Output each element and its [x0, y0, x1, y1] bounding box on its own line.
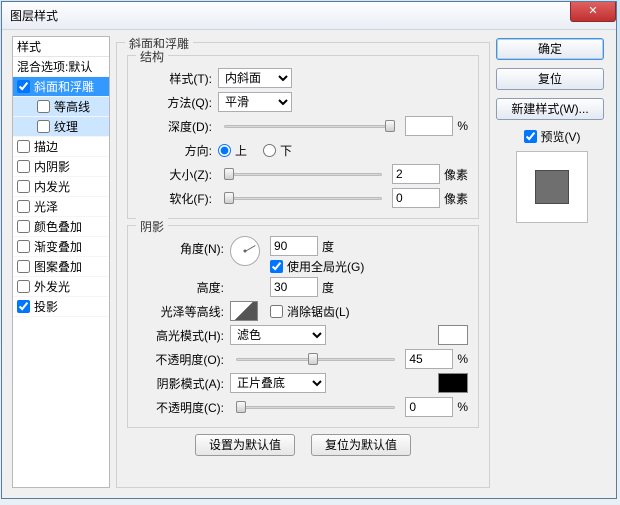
ck-texture[interactable] [37, 120, 50, 133]
shmode-label: 阴影模式(A): [138, 375, 226, 392]
new-style-button[interactable]: 新建样式(W)... [496, 98, 604, 120]
ck-stroke[interactable] [17, 140, 30, 153]
depth-slider[interactable] [224, 118, 395, 134]
item-contour[interactable]: 等高线 [13, 97, 109, 117]
ck-innershadow[interactable] [17, 160, 30, 173]
dir-label: 方向: [138, 142, 214, 159]
ck-satin[interactable] [17, 200, 30, 213]
reset-default-button[interactable]: 复位为默认值 [311, 434, 411, 456]
method-select[interactable]: 平滑 [218, 92, 292, 112]
gloss-contour[interactable] [230, 301, 258, 321]
depth-input[interactable] [405, 116, 453, 136]
depth-unit: % [457, 119, 468, 133]
ck-outerglow[interactable] [17, 280, 30, 293]
method-label: 方法(Q): [138, 94, 214, 111]
shading-legend: 阴影 [136, 218, 168, 235]
item-outerglow[interactable]: 外发光 [13, 277, 109, 297]
style-label: 样式(T): [138, 70, 214, 87]
hiop-label: 不透明度(O): [138, 351, 226, 368]
make-default-button[interactable]: 设置为默认值 [195, 434, 295, 456]
structure-group: 结构 样式(T):内斜面 方法(Q):平滑 深度(D):% 方向: 上 下 大小… [127, 55, 479, 219]
item-coloroverlay[interactable]: 颜色叠加 [13, 217, 109, 237]
gloss-label: 光泽等高线: [138, 303, 226, 320]
ck-gradoverlay[interactable] [17, 240, 30, 253]
item-gradoverlay[interactable]: 渐变叠加 [13, 237, 109, 257]
structure-legend: 结构 [136, 48, 168, 65]
alt-unit: 度 [322, 279, 334, 296]
hi-color[interactable] [438, 325, 468, 345]
style-header: 样式 [13, 37, 109, 57]
himode-label: 高光模式(H): [138, 327, 226, 344]
dir-up[interactable]: 上 [218, 142, 247, 159]
soft-slider[interactable] [224, 190, 382, 206]
style-select[interactable]: 内斜面 [218, 68, 292, 88]
titlebar: 图层样式 ✕ [2, 2, 616, 30]
himode-select[interactable]: 滤色 [230, 325, 326, 345]
ck-contour[interactable] [37, 100, 50, 113]
shmode-select[interactable]: 正片叠底 [230, 373, 326, 393]
shop-input[interactable] [405, 397, 453, 417]
size-label: 大小(Z): [138, 166, 214, 183]
hiop-slider[interactable] [236, 351, 395, 367]
item-dropshadow[interactable]: 投影 [13, 297, 109, 317]
preview-swatch [535, 170, 569, 204]
style-list: 样式 混合选项:默认 斜面和浮雕 等高线 纹理 描边 内阴影 内发光 光泽 颜色… [12, 36, 110, 488]
bevel-group: 斜面和浮雕 结构 样式(T):内斜面 方法(Q):平滑 深度(D):% 方向: … [116, 42, 490, 488]
sh-color[interactable] [438, 373, 468, 393]
dir-down[interactable]: 下 [263, 142, 292, 159]
item-texture[interactable]: 纹理 [13, 117, 109, 137]
shop-slider[interactable] [236, 399, 395, 415]
alt-label: 高度: [138, 279, 226, 296]
window-title: 图层样式 [6, 7, 58, 24]
soft-input[interactable] [392, 188, 440, 208]
item-innershadow[interactable]: 内阴影 [13, 157, 109, 177]
ck-coloroverlay[interactable] [17, 220, 30, 233]
anti-alias[interactable]: 消除锯齿(L) [270, 303, 350, 320]
item-satin[interactable]: 光泽 [13, 197, 109, 217]
preview-box [516, 151, 588, 223]
global-light[interactable]: 使用全局光(G) [270, 258, 364, 275]
ck-dropshadow[interactable] [17, 300, 30, 313]
ck-bevel[interactable] [17, 80, 30, 93]
shading-group: 阴影 角度(N): 度 使用全局光(G) 高度:度 光泽等高线:消除锯齿(L) … [127, 225, 479, 428]
reset-button[interactable]: 复位 [496, 68, 604, 90]
item-innerglow[interactable]: 内发光 [13, 177, 109, 197]
size-input[interactable] [392, 164, 440, 184]
alt-input[interactable] [270, 277, 318, 297]
ck-innerglow[interactable] [17, 180, 30, 193]
item-stroke[interactable]: 描边 [13, 137, 109, 157]
angle-unit: 度 [322, 238, 334, 255]
item-bevel[interactable]: 斜面和浮雕 [13, 77, 109, 97]
shop-unit: % [457, 400, 468, 414]
hiop-input[interactable] [405, 349, 453, 369]
shop-label: 不透明度(C): [138, 399, 226, 416]
depth-label: 深度(D): [138, 118, 214, 135]
item-patoverlay[interactable]: 图案叠加 [13, 257, 109, 277]
ok-button[interactable]: 确定 [496, 38, 604, 60]
soft-unit: 像素 [444, 190, 468, 207]
hiop-unit: % [457, 352, 468, 366]
angle-dial[interactable] [230, 236, 260, 266]
angle-input[interactable] [270, 236, 318, 256]
soft-label: 软化(F): [138, 190, 214, 207]
preview-toggle[interactable]: 预览(V) [496, 128, 608, 145]
ck-patoverlay[interactable] [17, 260, 30, 273]
size-unit: 像素 [444, 166, 468, 183]
size-slider[interactable] [224, 166, 382, 182]
blend-options[interactable]: 混合选项:默认 [13, 57, 109, 77]
angle-label: 角度(N): [138, 236, 226, 257]
close-button[interactable]: ✕ [570, 2, 616, 22]
